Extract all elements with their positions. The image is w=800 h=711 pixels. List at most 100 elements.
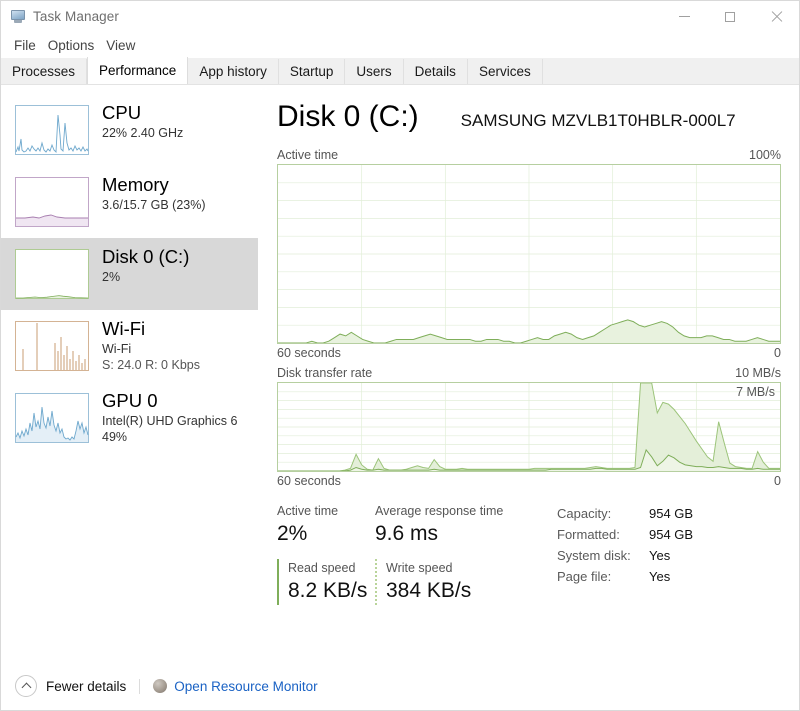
gpu-model: Intel(R) UHD Graphics 6: [102, 414, 238, 428]
page-title: Disk 0 (C:): [277, 100, 419, 133]
read-speed-label: Read speed: [288, 561, 356, 575]
cpu-title: CPU: [102, 102, 142, 123]
transfer-rate-axis-labels: Disk transfer rate 10 MB/s: [277, 366, 781, 380]
transfer-rate-plot: [278, 383, 780, 471]
gpu-labels: GPU 0 Intel(R) UHD Graphics 6 49%: [102, 388, 237, 445]
resource-monitor-icon: [153, 679, 168, 693]
stat-read-speed: Read speed 8.2 KB/s: [277, 559, 375, 605]
content-area: CPU 22% 2.40 GHz Memory 3.6/15.7 GB (23%…: [1, 85, 799, 662]
transfer-rate-chart-title: Disk transfer rate: [277, 366, 373, 380]
window-title: Task Manager: [33, 9, 119, 24]
active-time-plot: [278, 165, 780, 343]
cpu-mini-chart: [15, 105, 89, 155]
menu-bar: File Options View: [1, 32, 799, 58]
tab-services[interactable]: Services: [467, 59, 543, 84]
disk-mini-chart: [15, 249, 89, 299]
stats-row-secondary: Read speed 8.2 KB/s Write speed 384 KB/s: [277, 559, 539, 605]
transfer-rate-chart[interactable]: 7 MB/s: [277, 382, 781, 472]
transfer-rate-x-labels: 60 seconds 0: [277, 474, 781, 488]
menu-view[interactable]: View: [101, 36, 140, 55]
system-disk-label: System disk:: [557, 548, 631, 563]
avg-response-value: 9.6 ms: [375, 522, 439, 545]
memory-mini-chart: [15, 177, 89, 227]
gpu-title: GPU 0: [102, 390, 158, 411]
info-row-page-file: Page file: Yes: [557, 566, 781, 587]
menu-file[interactable]: File: [9, 36, 41, 55]
stats-left-column: Active time 2% Average response time 9.6…: [277, 502, 539, 605]
active-time-chart[interactable]: [277, 164, 781, 344]
active-time-block: Active time 100% 60 seconds 0: [277, 148, 781, 360]
active-time-x-right: 0: [774, 346, 781, 360]
panel-header: Disk 0 (C:) SAMSUNG MZVLB1T0HBLR-000L7: [277, 97, 781, 145]
disk-info-table: Capacity: 954 GB Formatted: 954 GB Syste…: [539, 502, 781, 605]
disk-model: SAMSUNG MZVLB1T0HBLR-000L7: [460, 111, 736, 130]
footer-separator: [139, 678, 141, 694]
disk-stat: 2%: [102, 270, 121, 284]
task-manager-window: Task Manager File Options View Processes…: [0, 0, 800, 711]
avg-response-label: Average response time: [375, 504, 504, 518]
info-row-system-disk: System disk: Yes: [557, 545, 781, 566]
active-time-label: Active time: [277, 504, 339, 518]
memory-labels: Memory 3.6/15.7 GB (23%): [102, 172, 206, 213]
stat-active-time: Active time 2%: [277, 502, 375, 548]
stats-section: Active time 2% Average response time 9.6…: [277, 502, 781, 605]
transfer-rate-ymax: 10 MB/s: [735, 366, 781, 380]
task-manager-icon: [10, 9, 26, 25]
capacity-value: 954 GB: [649, 506, 694, 521]
menu-options[interactable]: Options: [43, 36, 100, 55]
transfer-rate-block: Disk transfer rate 10 MB/s 7 MB/s 60 sec…: [277, 366, 781, 488]
active-time-x-labels: 60 seconds 0: [277, 346, 781, 360]
disk-detail-panel: Disk 0 (C:) SAMSUNG MZVLB1T0HBLR-000L7 A…: [259, 85, 799, 662]
sidebar-item-wifi[interactable]: Wi-Fi Wi-Fi S: 24.0 R: 0 Kbps: [1, 310, 258, 382]
write-speed-value: 384 KB/s: [386, 579, 472, 602]
active-time-x-left: 60 seconds: [277, 346, 341, 360]
close-button[interactable]: [753, 1, 799, 32]
disk-title: Disk 0 (C:): [102, 246, 190, 267]
tab-performance[interactable]: Performance: [87, 57, 189, 84]
maximize-button[interactable]: [707, 1, 753, 32]
active-time-axis-labels: Active time 100%: [277, 148, 781, 162]
transfer-rate-inline-label: 7 MB/s: [736, 385, 775, 399]
footer-bar: Fewer details Open Resource Monitor: [1, 662, 799, 710]
capacity-label: Capacity:: [557, 506, 612, 521]
minimize-button[interactable]: [661, 1, 707, 32]
tab-startup[interactable]: Startup: [278, 59, 346, 84]
transfer-rate-x-right: 0: [774, 474, 781, 488]
formatted-label: Formatted:: [557, 527, 620, 542]
gpu-stat: 49%: [102, 430, 128, 444]
tab-strip-filler: [542, 58, 799, 84]
info-row-capacity: Capacity: 954 GB: [557, 503, 781, 524]
fewer-details-chevron-icon[interactable]: [15, 675, 37, 697]
sidebar-item-cpu[interactable]: CPU 22% 2.40 GHz: [1, 94, 258, 166]
page-file-label: Page file:: [557, 569, 612, 584]
fewer-details-button[interactable]: Fewer details: [46, 679, 126, 694]
tab-strip: Processes Performance App history Startu…: [1, 57, 799, 85]
wifi-mini-chart: [15, 321, 89, 371]
memory-title: Memory: [102, 174, 169, 195]
window-controls: [661, 1, 799, 32]
sidebar-item-disk[interactable]: Disk 0 (C:) 2%: [1, 238, 258, 310]
open-resource-monitor-link[interactable]: Open Resource Monitor: [174, 679, 317, 694]
tab-processes[interactable]: Processes: [1, 59, 88, 84]
stat-avg-response: Average response time 9.6 ms: [375, 502, 539, 548]
cpu-stat: 22% 2.40 GHz: [102, 126, 184, 140]
tab-details[interactable]: Details: [403, 59, 468, 84]
sidebar-item-gpu[interactable]: GPU 0 Intel(R) UHD Graphics 6 49%: [1, 382, 258, 454]
wifi-labels: Wi-Fi Wi-Fi S: 24.0 R: 0 Kbps: [102, 316, 200, 373]
wifi-throughput: S: 24.0 R: 0 Kbps: [102, 358, 200, 372]
stat-write-speed: Write speed 384 KB/s: [375, 559, 539, 605]
sidebar-item-memory[interactable]: Memory 3.6/15.7 GB (23%): [1, 166, 258, 238]
active-time-value: 2%: [277, 522, 308, 545]
info-row-formatted: Formatted: 954 GB: [557, 524, 781, 545]
gpu-mini-chart: [15, 393, 89, 443]
wifi-title: Wi-Fi: [102, 318, 146, 339]
resource-sidebar: CPU 22% 2.40 GHz Memory 3.6/15.7 GB (23%…: [1, 85, 259, 662]
disk-labels: Disk 0 (C:) 2%: [102, 244, 189, 285]
formatted-value: 954 GB: [649, 527, 694, 542]
tab-app-history[interactable]: App history: [188, 59, 279, 84]
transfer-rate-x-left: 60 seconds: [277, 474, 341, 488]
memory-stat: 3.6/15.7 GB (23%): [102, 198, 206, 212]
title-bar: Task Manager: [1, 1, 799, 32]
read-speed-value: 8.2 KB/s: [288, 579, 368, 602]
tab-users[interactable]: Users: [345, 59, 404, 84]
